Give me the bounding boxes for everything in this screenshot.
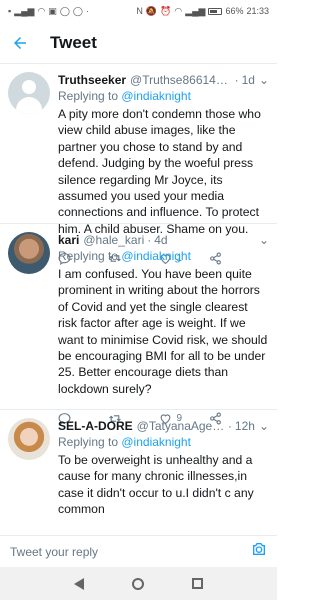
mention-link[interactable]: @indiaknight [121,249,191,263]
status-bar: ▪ ▂▄▆ ◠ ▣ ◯ ◯ · N 🔕 ⏰ ◠ ▂▄▆ 66% 21:33 [0,0,277,22]
tweet-body: kari @hale_kari · 4d ⌄ Replying to @indi… [58,232,269,425]
tweet-body: SEL-A-DORE @TatyanaAges... · 12h ⌄ Reply… [58,418,269,518]
avatar[interactable] [8,418,50,460]
battery-level: 66% [225,6,244,16]
author-name[interactable]: kari [58,232,79,248]
mention-link[interactable]: @indiaknight [121,89,191,103]
mute-icon: 🔕 [145,5,158,16]
tweet-body: Truthseeker @Truthse86614888 · 1d ⌄ Repl… [58,72,269,265]
app-header: Tweet [0,22,277,64]
replying-to-label: Replying to [58,435,122,449]
chevron-down-icon[interactable]: ⌄ [255,72,269,88]
nav-home-icon[interactable] [132,577,144,590]
replying-to: Replying to @indiaknight [58,434,269,450]
tweet-item[interactable]: kari @hale_kari · 4d ⌄ Replying to @indi… [0,224,277,425]
status-left-icons: ▪ ▂▄▆ ◠ ▣ ◯ ◯ · [8,5,89,16]
author-handle[interactable]: @hale_kari [83,232,144,248]
chat-icon: ◯ [59,5,70,16]
author-handle[interactable]: @TatyanaAges... [137,418,225,434]
nav-recents-icon[interactable] [192,578,203,589]
author-name[interactable]: SEL-A-DORE [58,418,133,434]
chat-icon: ◯ [72,5,83,16]
alarm-icon: ⏰ [160,5,172,16]
tweet-time: 12h [234,419,255,433]
reply-input[interactable]: Tweet your reply [10,545,251,559]
chevron-down-icon[interactable]: ⌄ [255,232,269,248]
tweet-time: 1d [241,73,255,87]
signal-icon: ▂▄▆ [14,5,35,16]
mention-link[interactable]: @indiaknight [121,435,191,449]
image-icon: ▣ [48,5,57,16]
nfc-icon: N [136,5,143,16]
wifi-icon: ◠ [37,5,46,16]
notification-icon: · [85,5,89,16]
tweet-text: To be overweight is unhealthy and a caus… [58,453,254,517]
tweet-text: A pity more don't condemn those who view… [58,107,261,236]
separator: · [147,233,152,247]
signal-icon: ▂▄▆ [185,5,206,16]
avatar[interactable] [8,232,50,274]
replying-to-label: Replying to [58,249,122,263]
replying-to-label: Replying to [58,89,122,103]
replying-to: Replying to @indiaknight [58,88,269,104]
tweet-feed[interactable]: Truthseeker @Truthse86614888 · 1d ⌄ Repl… [0,64,277,535]
camera-icon[interactable] [251,541,267,562]
back-arrow-icon[interactable] [0,22,40,64]
tweet-item[interactable]: Truthseeker @Truthse86614888 · 1d ⌄ Repl… [0,64,277,265]
separator: · [227,419,232,433]
lte-icon: ▪ [8,5,12,16]
author-handle[interactable]: @Truthse86614888 [130,72,232,88]
chevron-down-icon[interactable]: ⌄ [255,418,269,434]
separator: · [234,73,239,87]
replying-to: Replying to @indiaknight [58,248,269,264]
nav-back-icon[interactable] [74,577,84,590]
avatar[interactable] [8,72,50,114]
clock: 21:33 [246,6,269,16]
tweet-text: I am confused. You have been quite promi… [58,267,268,396]
system-nav-bar [0,567,277,600]
reply-composer[interactable]: Tweet your reply [0,535,277,567]
status-right-icons: N 🔕 ⏰ ◠ ▂▄▆ 66% 21:33 [136,6,269,16]
tweet-header: Truthseeker @Truthse86614888 · 1d ⌄ [58,72,269,88]
tweet-header: kari @hale_kari · 4d ⌄ [58,232,269,248]
author-name[interactable]: Truthseeker [58,72,126,88]
tweet-header: SEL-A-DORE @TatyanaAges... · 12h ⌄ [58,418,269,434]
page-title: Tweet [50,32,97,52]
wifi-icon: ◠ [174,5,183,16]
battery-icon [208,7,223,15]
tweet-item[interactable]: SEL-A-DORE @TatyanaAges... · 12h ⌄ Reply… [0,410,277,518]
tweet-time: 4d [154,233,168,247]
